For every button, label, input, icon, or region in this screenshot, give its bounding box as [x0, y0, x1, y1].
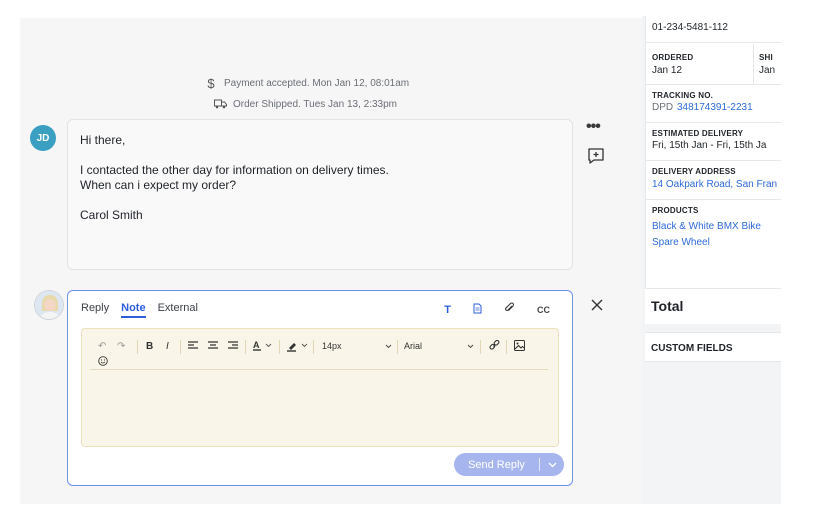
undo-icon[interactable]: ↶ — [98, 341, 106, 352]
template-icon[interactable] — [473, 303, 482, 317]
font-size-value: 14px — [322, 341, 342, 351]
close-icon[interactable] — [590, 298, 604, 312]
link-icon[interactable] — [489, 339, 500, 354]
product-link[interactable]: Black & White BMX Bike — [652, 221, 761, 232]
message-line: Hi there, — [80, 133, 126, 147]
toolbar-divider — [180, 340, 181, 354]
timeline-event-payment: $ Payment accepted. Mon Jan 12, 08:01am — [204, 76, 409, 91]
divider — [646, 199, 781, 200]
ordered-value: Jan 12 — [652, 65, 683, 76]
highlight-icon[interactable] — [287, 340, 309, 355]
order-sidebar: 01-234-5481-112 ORDERED Jan 12 SHI Jan T… — [642, 16, 781, 504]
tracking-label: TRACKING NO. — [652, 91, 714, 100]
font-size-select[interactable]: 14px — [322, 341, 392, 351]
align-center-icon[interactable] — [208, 341, 218, 353]
image-icon[interactable] — [514, 340, 525, 354]
note-editor[interactable]: ↶ ↷ B I A 14px Arial — [81, 328, 559, 447]
reply-tools: T CC — [444, 302, 550, 317]
send-reply-group: Send Reply — [454, 453, 564, 476]
toolbar-divider — [137, 340, 138, 354]
message-line — [80, 193, 560, 208]
tracking-carrier: DPD — [652, 102, 674, 113]
reply-tabs: Reply Note External — [81, 302, 198, 318]
products-label: PRODUCTS — [652, 206, 699, 215]
order-details-card: 01-234-5481-112 ORDERED Jan 12 SHI Jan T… — [645, 16, 781, 318]
toolbar-divider — [506, 340, 507, 354]
timeline-text: Payment accepted. Mon Jan 12, 08:01am — [224, 78, 410, 89]
message-line: Carol Smith — [80, 208, 143, 222]
send-options-dropdown[interactable] — [540, 460, 564, 470]
divider — [646, 42, 781, 43]
dollar-icon: $ — [207, 76, 215, 91]
divider — [646, 160, 781, 161]
divider — [646, 84, 781, 85]
text-format-icon[interactable]: T — [444, 304, 451, 316]
timeline-event-shipped: Order Shipped. Tues Jan 13, 2:33pm — [213, 97, 397, 112]
more-options-icon[interactable]: ••• — [586, 118, 601, 136]
toolbar-divider — [245, 340, 246, 354]
bold-icon[interactable]: B — [146, 341, 153, 352]
align-right-icon[interactable] — [228, 341, 238, 353]
agent-avatar — [34, 290, 64, 320]
shipped-label: SHI — [759, 53, 773, 62]
shipped-value: Jan — [759, 65, 776, 76]
editor-toolbar: ↶ ↷ B I A 14px Arial — [90, 337, 548, 370]
italic-icon[interactable]: I — [166, 341, 169, 352]
tab-reply[interactable]: Reply — [81, 302, 109, 318]
font-family-value: Arial — [404, 341, 423, 351]
attachment-icon[interactable] — [504, 302, 515, 317]
truck-icon — [213, 97, 227, 112]
text-color-icon[interactable]: A — [253, 340, 273, 355]
toolbar-divider — [480, 340, 481, 354]
timeline-text: Order Shipped. Tues Jan 13, 2:33pm — [233, 99, 397, 110]
add-note-icon[interactable] — [587, 147, 605, 165]
chevron-down-icon — [385, 344, 392, 348]
emoji-icon[interactable] — [98, 356, 108, 369]
tab-note[interactable]: Note — [121, 302, 146, 318]
align-left-icon[interactable] — [188, 341, 198, 353]
chevron-down-icon — [467, 344, 474, 348]
divider — [646, 122, 781, 123]
message-line: I contacted the other day for informatio… — [80, 163, 389, 177]
estimated-delivery-value: Fri, 15th Jan - Fri, 15th Ja — [652, 140, 767, 151]
chevron-down-icon — [548, 462, 556, 467]
customer-avatar: JD — [30, 125, 56, 151]
estimated-delivery-label: ESTIMATED DELIVERY — [652, 129, 744, 138]
message-line: When can i expect my order? — [80, 178, 237, 192]
tab-external[interactable]: External — [158, 302, 198, 318]
delivery-address-link[interactable]: 14 Oakpark Road, San Fran — [652, 179, 777, 190]
send-reply-button[interactable]: Send Reply — [454, 459, 539, 471]
product-link[interactable]: Spare Wheel — [652, 237, 710, 248]
custom-fields-section[interactable]: CUSTOM FIELDS — [645, 332, 781, 362]
total-label: Total — [651, 298, 684, 314]
ordered-label: ORDERED — [652, 53, 694, 62]
redo-icon[interactable]: ↷ — [117, 341, 125, 352]
toolbar-divider — [397, 340, 398, 354]
font-family-select[interactable]: Arial — [404, 341, 474, 351]
toolbar-divider — [279, 340, 280, 354]
custom-fields-label: CUSTOM FIELDS — [651, 343, 733, 354]
message-bubble: Hi there, I contacted the other day for … — [67, 119, 573, 270]
cc-button[interactable]: CC — [537, 305, 550, 315]
customer-phone: 01-234-5481-112 — [652, 22, 728, 33]
total-card: Total — [645, 288, 781, 324]
message-line — [80, 148, 560, 163]
divider — [753, 44, 754, 84]
reply-composer: Reply Note External T CC ↶ ↷ B I A 14px … — [67, 290, 573, 486]
svg-text:A: A — [253, 340, 260, 350]
toolbar-divider — [313, 340, 314, 354]
tracking-number-link[interactable]: 348174391-2231 — [677, 102, 753, 113]
delivery-address-label: DELIVERY ADDRESS — [652, 167, 736, 176]
